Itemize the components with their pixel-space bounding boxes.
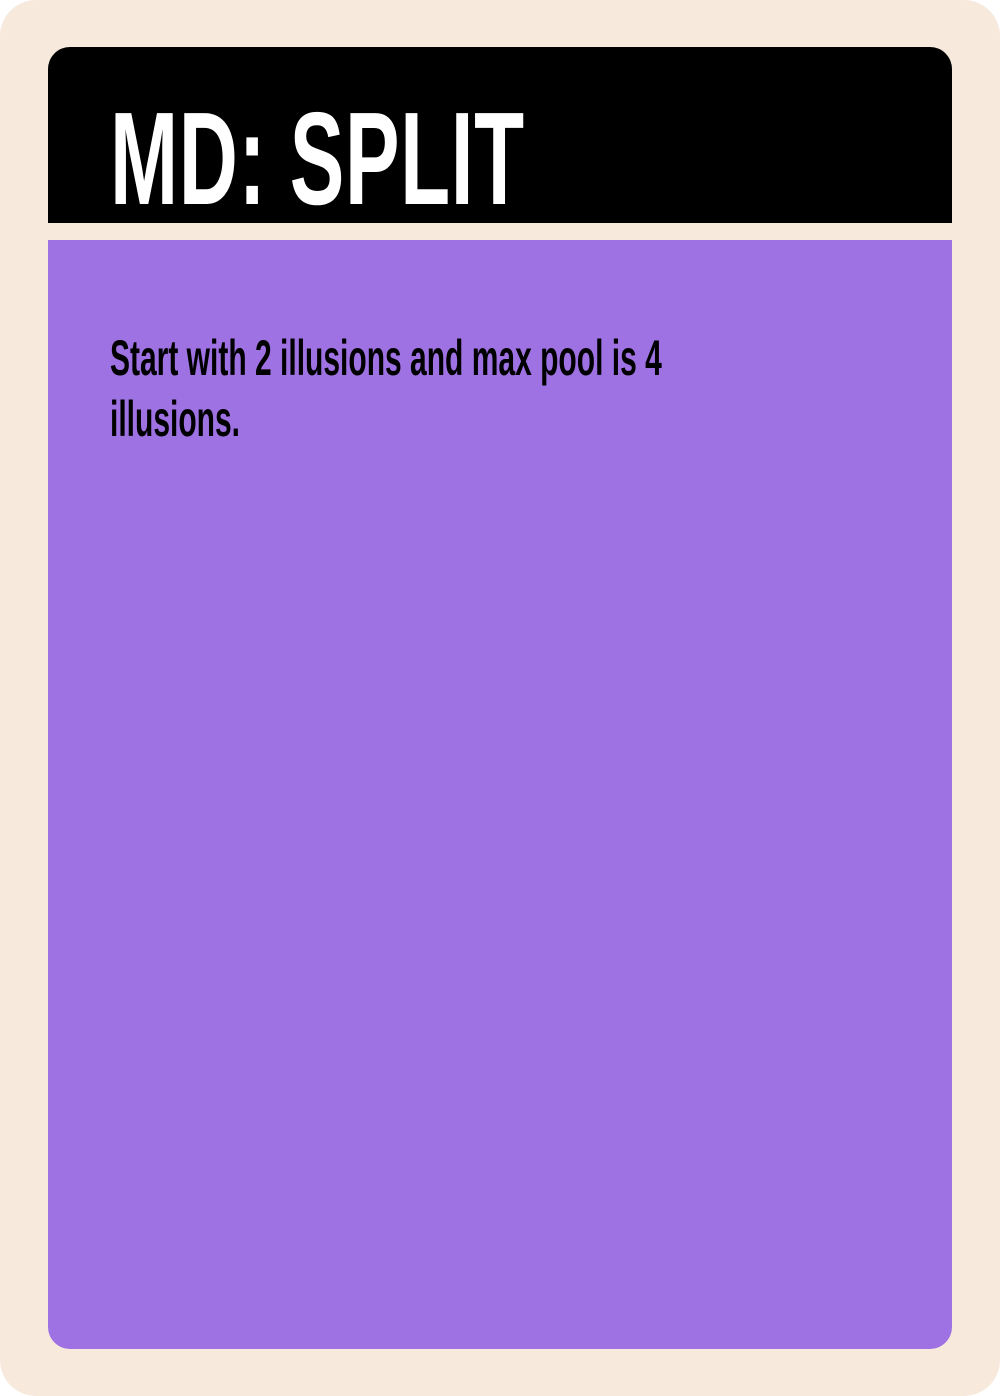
card-title-bar: MD: SPLIT (48, 47, 952, 223)
card-rule-text: Start with 2 illusions and max pool is 4… (110, 330, 662, 447)
card-body-panel: Start with 2 illusions and max pool is 4… (48, 240, 952, 1349)
game-card: MD: SPLIT Start with 2 illusions and max… (0, 0, 1000, 1396)
card-title: MD: SPLIT (110, 85, 525, 224)
